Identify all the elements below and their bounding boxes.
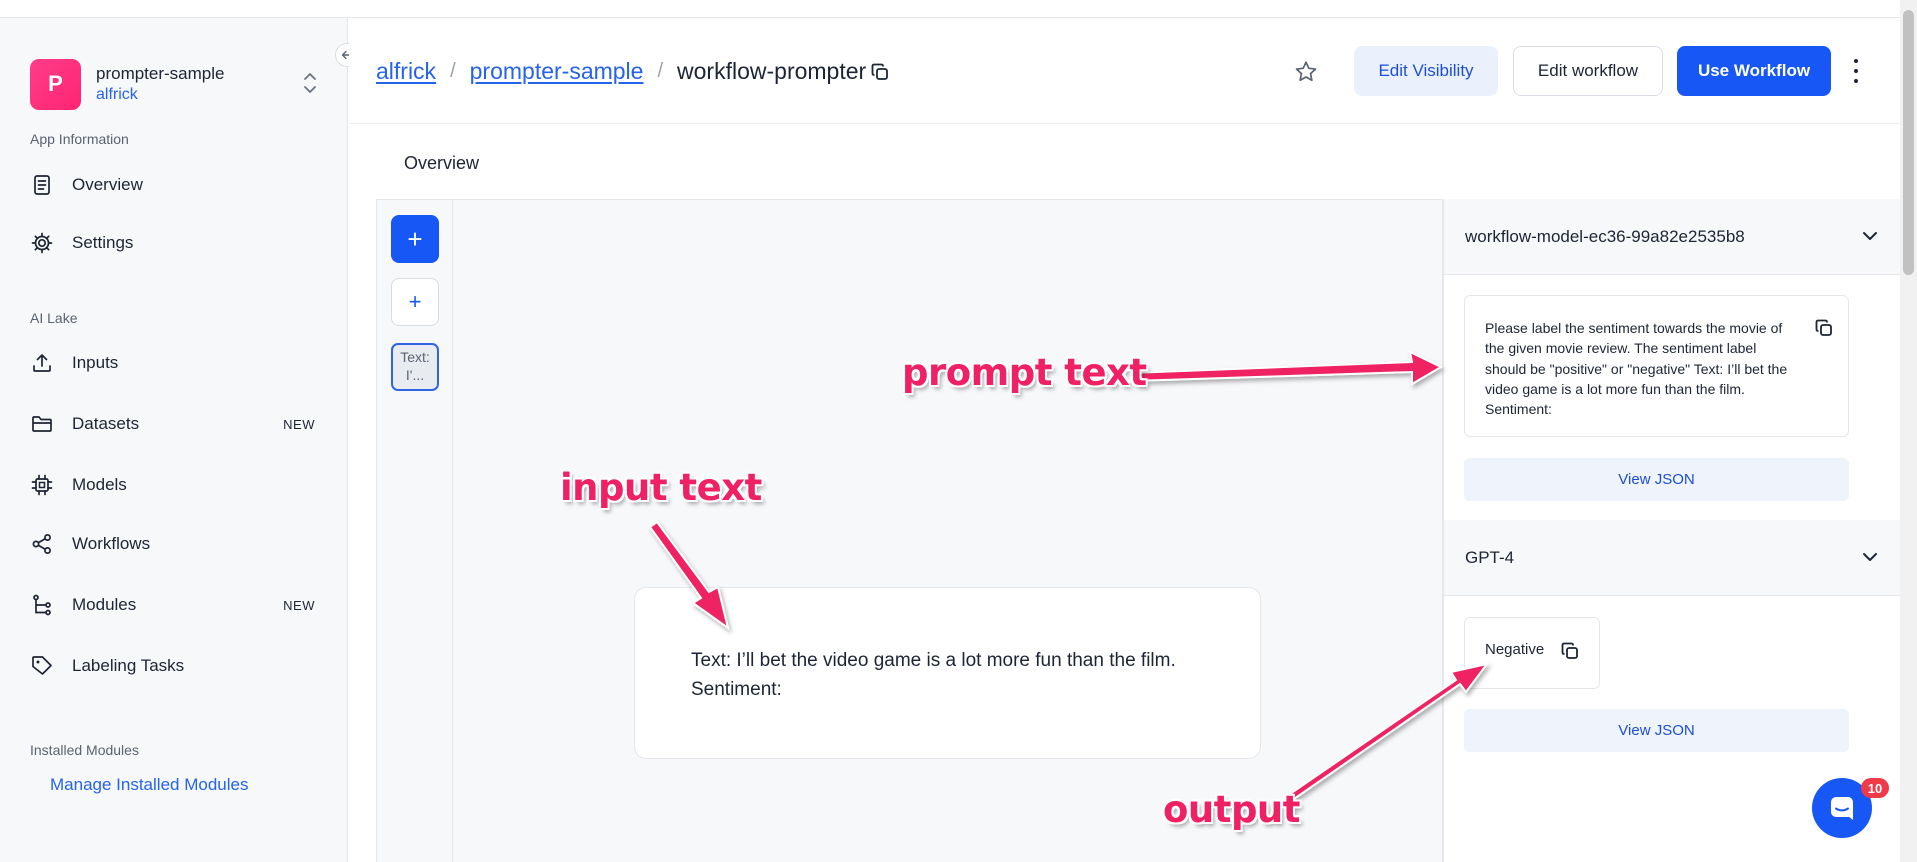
copy-icon[interactable]	[1814, 318, 1834, 338]
top-bar	[0, 0, 1900, 18]
node-output-panel: workflow-model-ec36-99a82e2535b8 Please …	[1443, 199, 1901, 862]
model-node-title: workflow-model-ec36-99a82e2535b8	[1465, 226, 1745, 246]
copy-icon[interactable]	[870, 62, 890, 82]
sidebar-item-label: Models	[72, 475, 127, 494]
folder-icon	[32, 416, 52, 432]
sidebar-item-label: Settings	[72, 233, 134, 252]
sidebar-item-modules[interactable]: Modules NEW	[30, 585, 315, 625]
more-options-icon[interactable]	[1846, 56, 1866, 86]
sidebar-item-workflows[interactable]: Workflows	[30, 524, 315, 564]
star-icon[interactable]	[1293, 59, 1319, 85]
input-node-thumbnail[interactable]: Text: I'...	[391, 343, 439, 391]
sidebar-item-datasets[interactable]: Datasets NEW	[30, 404, 315, 444]
output-text-box: Negative	[1464, 617, 1600, 689]
sidebar-item-label: Datasets	[72, 414, 140, 433]
gpt-node-header[interactable]: GPT-4	[1444, 520, 1901, 596]
app-avatar: P	[30, 58, 81, 110]
input-text-line: Sentiment:	[691, 679, 782, 701]
chevron-down-icon[interactable]	[1859, 225, 1881, 247]
sidebar-item-label: Labeling Tasks	[72, 656, 185, 675]
use-workflow-button[interactable]: Use Workflow	[1677, 46, 1831, 96]
prompt-text-box: Please label the sentiment towards the m…	[1464, 295, 1849, 437]
breadcrumb-separator: /	[450, 60, 456, 82]
copy-icon[interactable]	[1560, 641, 1580, 661]
prompt-text: Please label the sentiment towards the m…	[1485, 320, 1788, 418]
sidebar-item-label: Modules	[72, 595, 137, 614]
app-name: prompter-sample	[96, 63, 225, 83]
tab-overview[interactable]: Overview	[404, 153, 479, 174]
branch-icon	[33, 594, 51, 616]
sidebar: P prompter-sample alfrick App Informatio…	[0, 18, 348, 862]
output-text: Negative	[1485, 641, 1545, 658]
chat-icon	[1831, 797, 1853, 820]
chevron-down-icon[interactable]	[1859, 546, 1881, 568]
app-owner-link[interactable]: alfrick	[96, 85, 225, 106]
new-badge: NEW	[283, 416, 315, 432]
tag-icon	[32, 656, 52, 675]
canvas-toolbar: + + Text: I'...	[377, 200, 453, 862]
notification-badge: 10	[1861, 778, 1889, 798]
section-label-app-information: App Information	[30, 131, 129, 147]
sidebar-item-label: Inputs	[72, 353, 119, 372]
sidebar-item-inputs[interactable]: Inputs	[30, 343, 315, 383]
add-node-button[interactable]: +	[391, 278, 439, 326]
new-badge: NEW	[283, 597, 315, 613]
sidebar-item-overview[interactable]: Overview	[30, 165, 315, 205]
breadcrumb: alfrick / prompter-sample / workflow-pro…	[376, 58, 890, 85]
upload-icon	[33, 354, 51, 372]
manage-installed-modules-link[interactable]: Manage Installed Modules	[50, 775, 248, 795]
gear-icon	[31, 232, 53, 254]
section-label-ai-lake: AI Lake	[30, 310, 78, 326]
share-icon	[32, 534, 51, 554]
sidebar-item-models[interactable]: Models	[30, 465, 315, 505]
workflow-canvas[interactable]: + + Text: I'... Text: I’ll bet the video…	[376, 199, 1443, 862]
view-json-button[interactable]: View JSON	[1464, 709, 1849, 752]
section-label-installed-modules: Installed Modules	[30, 742, 139, 758]
chevron-up-down-icon[interactable]	[300, 68, 320, 98]
edit-visibility-button[interactable]: Edit Visibility	[1354, 46, 1498, 96]
annotation-output: output	[1163, 788, 1300, 831]
edit-workflow-button[interactable]: Edit workflow	[1513, 46, 1663, 96]
model-node-header[interactable]: workflow-model-ec36-99a82e2535b8	[1444, 199, 1901, 275]
chip-icon	[31, 474, 53, 496]
view-json-button[interactable]: View JSON	[1464, 458, 1849, 501]
annotation-input-text: input text	[560, 466, 762, 509]
sidebar-item-settings[interactable]: Settings	[30, 223, 315, 263]
add-input-button[interactable]: +	[391, 215, 439, 263]
gpt-node-title: GPT-4	[1465, 547, 1515, 567]
breadcrumb-separator: /	[657, 60, 664, 82]
breadcrumb-current: workflow-prompter	[677, 58, 867, 84]
sidebar-item-labeling-tasks[interactable]: Labeling Tasks	[30, 646, 315, 686]
app-switcher[interactable]: P prompter-sample alfrick	[30, 58, 320, 110]
page-scrollbar[interactable]	[1900, 0, 1917, 862]
page-header: alfrick / prompter-sample / workflow-pro…	[349, 18, 1900, 124]
breadcrumb-app-link[interactable]: prompter-sample	[470, 58, 644, 85]
annotation-prompt-text: prompt text	[902, 351, 1147, 394]
input-text-line: Text: I’ll bet the video game is a lot m…	[691, 650, 1176, 671]
scrollbar-thumb[interactable]	[1903, 10, 1914, 275]
sidebar-item-label: Overview	[72, 175, 143, 194]
input-text-card: Text: I’ll bet the video game is a lot m…	[634, 587, 1261, 759]
breadcrumb-user-link[interactable]: alfrick	[376, 58, 436, 85]
sidebar-item-label: Workflows	[72, 534, 151, 553]
document-icon	[34, 175, 50, 195]
